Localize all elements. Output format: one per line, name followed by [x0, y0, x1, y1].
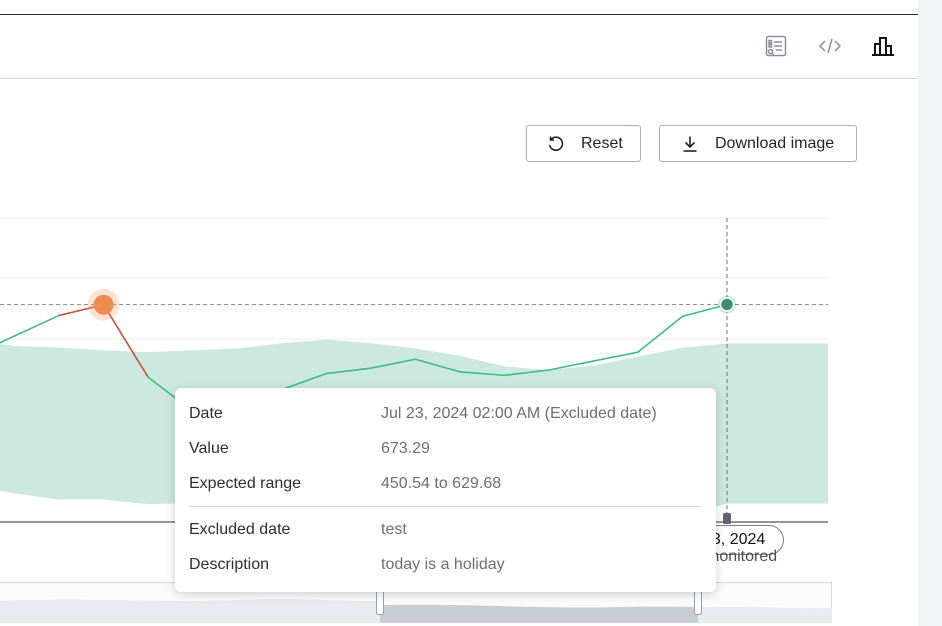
x-axis-status-label: monitored [706, 548, 778, 565]
tooltip-key: Excluded date [189, 521, 291, 538]
tooltip-value: 450.54 to 629.68 [381, 475, 502, 492]
series-segment [13, 314, 60, 337]
tooltip-value: 673.29 [381, 440, 430, 457]
tooltip-value: Jul 23, 2024 02:00 AM (Excluded date) [381, 405, 657, 422]
hover-point[interactable] [719, 297, 735, 312]
tooltip-key: Expected range [189, 475, 302, 492]
tooltip-value: today is a holiday [381, 556, 505, 573]
tooltip-divider [189, 506, 702, 507]
anomaly-point[interactable] [93, 294, 114, 315]
tooltip-value: test [381, 521, 407, 538]
data-point-tooltip: Date Jul 23, 2024 02:00 AM (Excluded dat… [175, 388, 716, 592]
series-segment [637, 315, 684, 353]
tooltip-row-description: Description today is a holiday [189, 556, 702, 578]
navigator-right-handle[interactable] [694, 591, 702, 615]
tooltip-row-expected-range: Expected range 450.54 to 629.68 [189, 475, 702, 497]
tooltip-key: Date [189, 405, 223, 422]
tooltip-key: Description [189, 556, 270, 573]
tooltip-row-excluded-date: Excluded date test [189, 521, 702, 543]
tooltip-key: Value [189, 440, 229, 457]
navigator-left-handle[interactable] [376, 591, 384, 615]
tooltip-row-date: Date Jul 23, 2024 02:00 AM (Excluded dat… [189, 405, 702, 427]
x-axis-hover-marker [723, 513, 731, 524]
tooltip-row-value: Value 673.29 [189, 440, 702, 462]
